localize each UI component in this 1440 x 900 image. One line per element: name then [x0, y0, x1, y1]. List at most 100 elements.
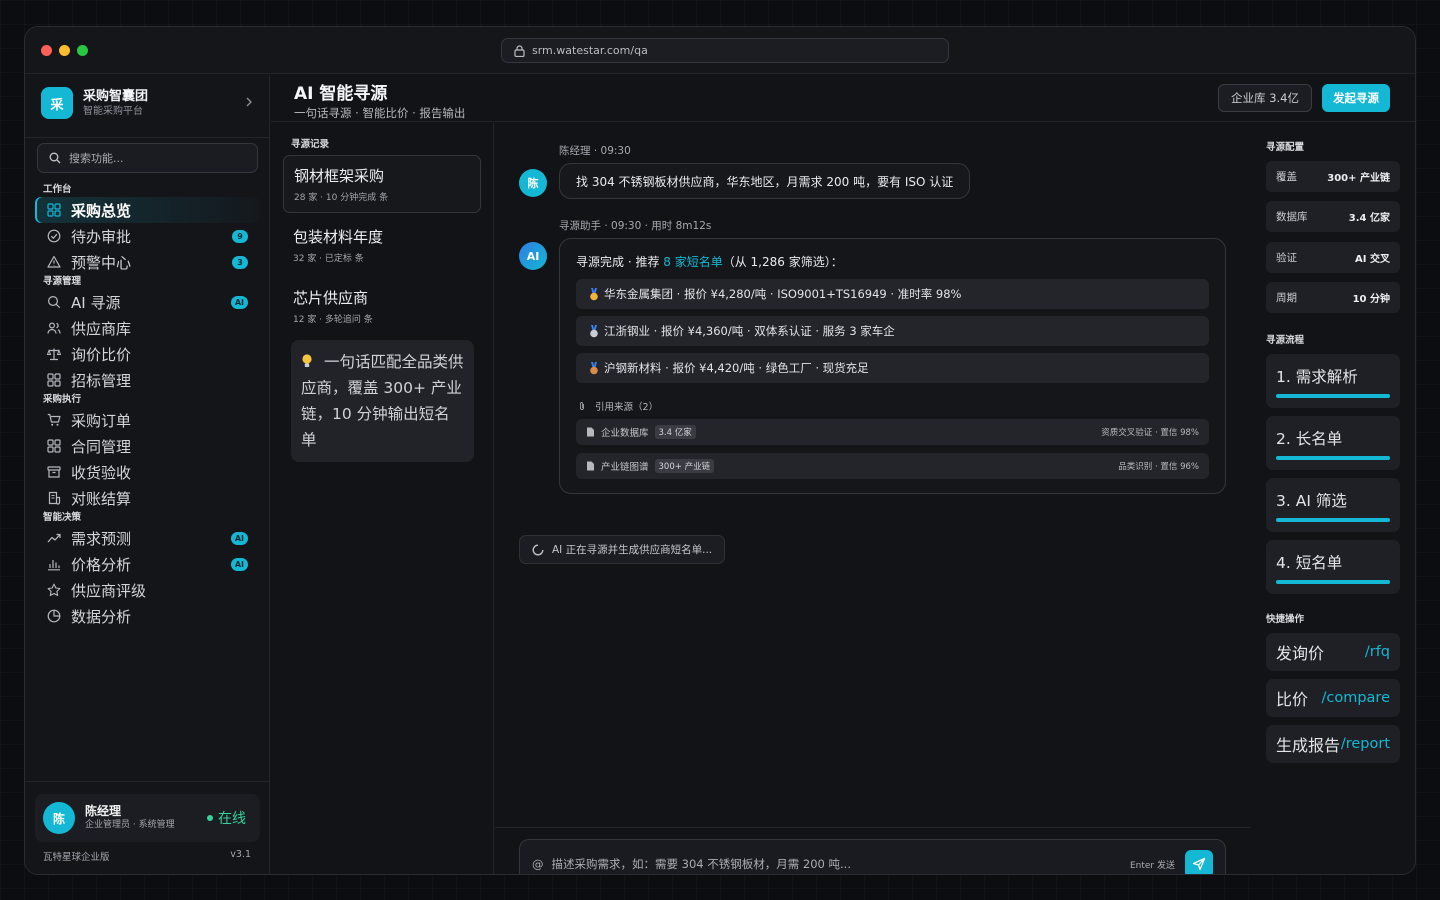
user-message-bubble: 找 304 不锈钢板材供应商，华东地区，月需求 200 吨，要有 ISO 认证 [559, 163, 971, 199]
config-label: 覆盖 [1276, 171, 1297, 183]
nav-group-heading: 工作台 [43, 184, 72, 195]
history-item[interactable]: 芯片供应商 12 家 · 多轮追问 条 [283, 278, 481, 336]
sidebar-item[interactable]: 招标管理 [35, 367, 260, 393]
progress-fill [1276, 518, 1390, 522]
history-item[interactable]: 包装材料年度 32 家 · 已定标 条 [283, 217, 481, 275]
flow-step-label: 2. 长名单 [1276, 430, 1343, 448]
citations-heading: 引用来源（2） [578, 399, 658, 413]
tip-text: 一句话匹配全品类供应商，覆盖 300+ 产业链，10 分钟输出短名单 [301, 353, 464, 449]
history-item-title: 钢材框架采购 [294, 167, 385, 185]
maximize-window-button[interactable] [77, 45, 88, 56]
progress-bar [1276, 456, 1390, 460]
sidebar-item[interactable]: 收货验收 [35, 459, 260, 485]
archive-icon [46, 464, 62, 480]
search-placeholder: 搜索功能... [69, 152, 124, 165]
quick-action-report[interactable]: 生成报告/report [1266, 725, 1400, 763]
ai-status-text: AI 正在寻源并生成供应商短名单... [552, 544, 713, 556]
quick-action-rfq[interactable]: 发询价/rfq [1266, 633, 1400, 671]
search-icon [49, 152, 61, 164]
progress-fill [1276, 580, 1390, 584]
sidebar-item[interactable]: 合同管理 [35, 433, 260, 459]
user-card[interactable]: 陈 陈经理 企业管理员 · 系统管理 在线 [35, 794, 260, 842]
citation-source[interactable]: 企业数据库 3.4 亿家 资质交叉验证 · 置信 98% [576, 419, 1209, 445]
source-confidence: 资质交叉验证 · 置信 98% [1101, 428, 1199, 438]
history-item-title: 包装材料年度 [293, 228, 384, 246]
scale-icon [46, 346, 62, 362]
shortlist-link[interactable]: 8 家短名单 [663, 255, 722, 269]
user-role: 企业管理员 · 系统管理 [85, 820, 175, 830]
address-bar[interactable]: srm.watestar.com/qa [501, 38, 949, 63]
sidebar-item[interactable]: 采购总览 [35, 197, 260, 223]
sidebar-item[interactable]: 需求预测 AI [35, 525, 260, 551]
recommendation-row[interactable]: 华东金属集团 · 报价 ¥4,280/吨 · ISO9001+TS16949 ·… [576, 279, 1209, 309]
trend-icon [46, 530, 62, 546]
progress-fill [1276, 394, 1390, 398]
divider [25, 781, 269, 782]
sidebar-item[interactable]: 数据分析 [35, 603, 260, 629]
recommendation-row[interactable]: 江浙钢业 · 报价 ¥4,360/吨 · 双体系认证 · 服务 3 家车企 [576, 316, 1209, 346]
divider [25, 137, 269, 138]
url-text: srm.watestar.com/qa [532, 44, 648, 57]
config-value: 300+ 产业链 [1327, 173, 1390, 184]
star-icon [46, 582, 62, 598]
brand-switcher[interactable]: 采 采购智囊团 智能采购平台 [41, 86, 253, 120]
grid-icon [46, 438, 62, 454]
quick-action-compare[interactable]: 比价/compare [1266, 679, 1400, 717]
history-item-meta: 32 家 · 已定标 条 [293, 254, 364, 264]
bronze-medal-icon [588, 361, 599, 375]
cart-icon [46, 412, 62, 428]
source-tag: 3.4 亿家 [654, 425, 696, 439]
flow-step: 3. AI 筛选 [1266, 478, 1400, 532]
sidebar-item[interactable]: 供应商评级 [35, 577, 260, 603]
count-badge: AI [230, 532, 248, 545]
sidebar-item-label: AI 寻源 [71, 293, 121, 312]
sidebar-item-label: 合同管理 [71, 437, 132, 456]
at-mention-icon: @ [532, 857, 544, 871]
status-dot-icon [207, 815, 213, 821]
alert-triangle-icon [46, 254, 62, 270]
minimize-window-button[interactable] [59, 45, 70, 56]
sidebar-item-label: 采购总览 [71, 201, 132, 220]
check-circle-icon [46, 228, 62, 244]
count-badge: AI [230, 296, 248, 309]
sidebar: 采 采购智囊团 智能采购平台 搜索功能... 工作台采购总览待办审批 9 预警中心 3… [25, 75, 270, 874]
source-tag: 300+ 产业链 [654, 459, 715, 473]
flow-step-label: 4. 短名单 [1276, 554, 1343, 572]
source-name: 企业数据库 [601, 428, 649, 439]
history-item-meta: 28 家 · 10 分钟完成 条 [294, 193, 389, 203]
sidebar-item[interactable]: 询价比价 [35, 341, 260, 367]
sidebar-item[interactable]: 供应商库 [35, 315, 260, 341]
sidebar-item-label: 预警中心 [71, 253, 132, 272]
send-button[interactable] [1185, 850, 1213, 874]
history-item[interactable]: 钢材框架采购 28 家 · 10 分钟完成 条 [283, 155, 481, 213]
ai-response-heading: 寻源完成 · 推荐 8 家短名单（从 1,286 家筛选）： [576, 255, 843, 269]
sidebar-item[interactable]: 待办审批 9 [35, 223, 260, 249]
config-item: 周期 10 分钟 [1266, 282, 1400, 313]
citation-source[interactable]: 产业链图谱 300+ 产业链 品类识别 · 置信 96% [576, 453, 1209, 479]
receipt-icon [46, 490, 62, 506]
progress-bar [1276, 580, 1390, 584]
sidebar-nav: 工作台 采购总览 待办审批 9 预警中心 3 寻源管理 AI 寻源 AI 供应商库 询价比价 招标管理… [35, 183, 260, 629]
search-input[interactable]: 搜索功能... [37, 143, 258, 173]
close-window-button[interactable] [41, 45, 52, 56]
enterprise-db-button[interactable]: 企业库 3.4亿 [1218, 84, 1312, 112]
sidebar-item[interactable]: AI 寻源 AI [35, 289, 260, 315]
start-sourcing-button[interactable]: 发起寻源 [1322, 84, 1390, 112]
count-badge: AI [230, 558, 248, 571]
progress-bar [1276, 518, 1390, 522]
sidebar-item[interactable]: 对账结算 [35, 485, 260, 511]
count-badge: 9 [232, 230, 248, 243]
sidebar-item[interactable]: 价格分析 AI [35, 551, 260, 577]
page-subtitle: 一句话寻源 · 智能比价 · 报告输出 [294, 106, 466, 120]
online-status: 在线 [207, 808, 246, 828]
config-value: 3.4 亿家 [1348, 213, 1390, 224]
sidebar-item[interactable]: 采购订单 [35, 407, 260, 433]
recommendation-text: 江浙钢业 · 报价 ¥4,360/吨 · 双体系认证 · 服务 3 家车企 [604, 324, 895, 338]
sidebar-item[interactable]: 预警中心 3 [35, 249, 260, 275]
recommendation-text: 沪钢新材料 · 报价 ¥4,420/吨 · 绿色工厂 · 现货充足 [604, 361, 869, 375]
send-hint: Enter 发送 [1129, 860, 1175, 871]
recommendation-row[interactable]: 沪钢新材料 · 报价 ¥4,420/吨 · 绿色工厂 · 现货充足 [576, 353, 1209, 383]
lock-icon [514, 44, 525, 57]
window-controls [41, 45, 88, 56]
chat-input[interactable]: @ 描述采购需求，如：需要 304 不锈钢板材，月需 200 吨... Ente… [519, 839, 1226, 874]
